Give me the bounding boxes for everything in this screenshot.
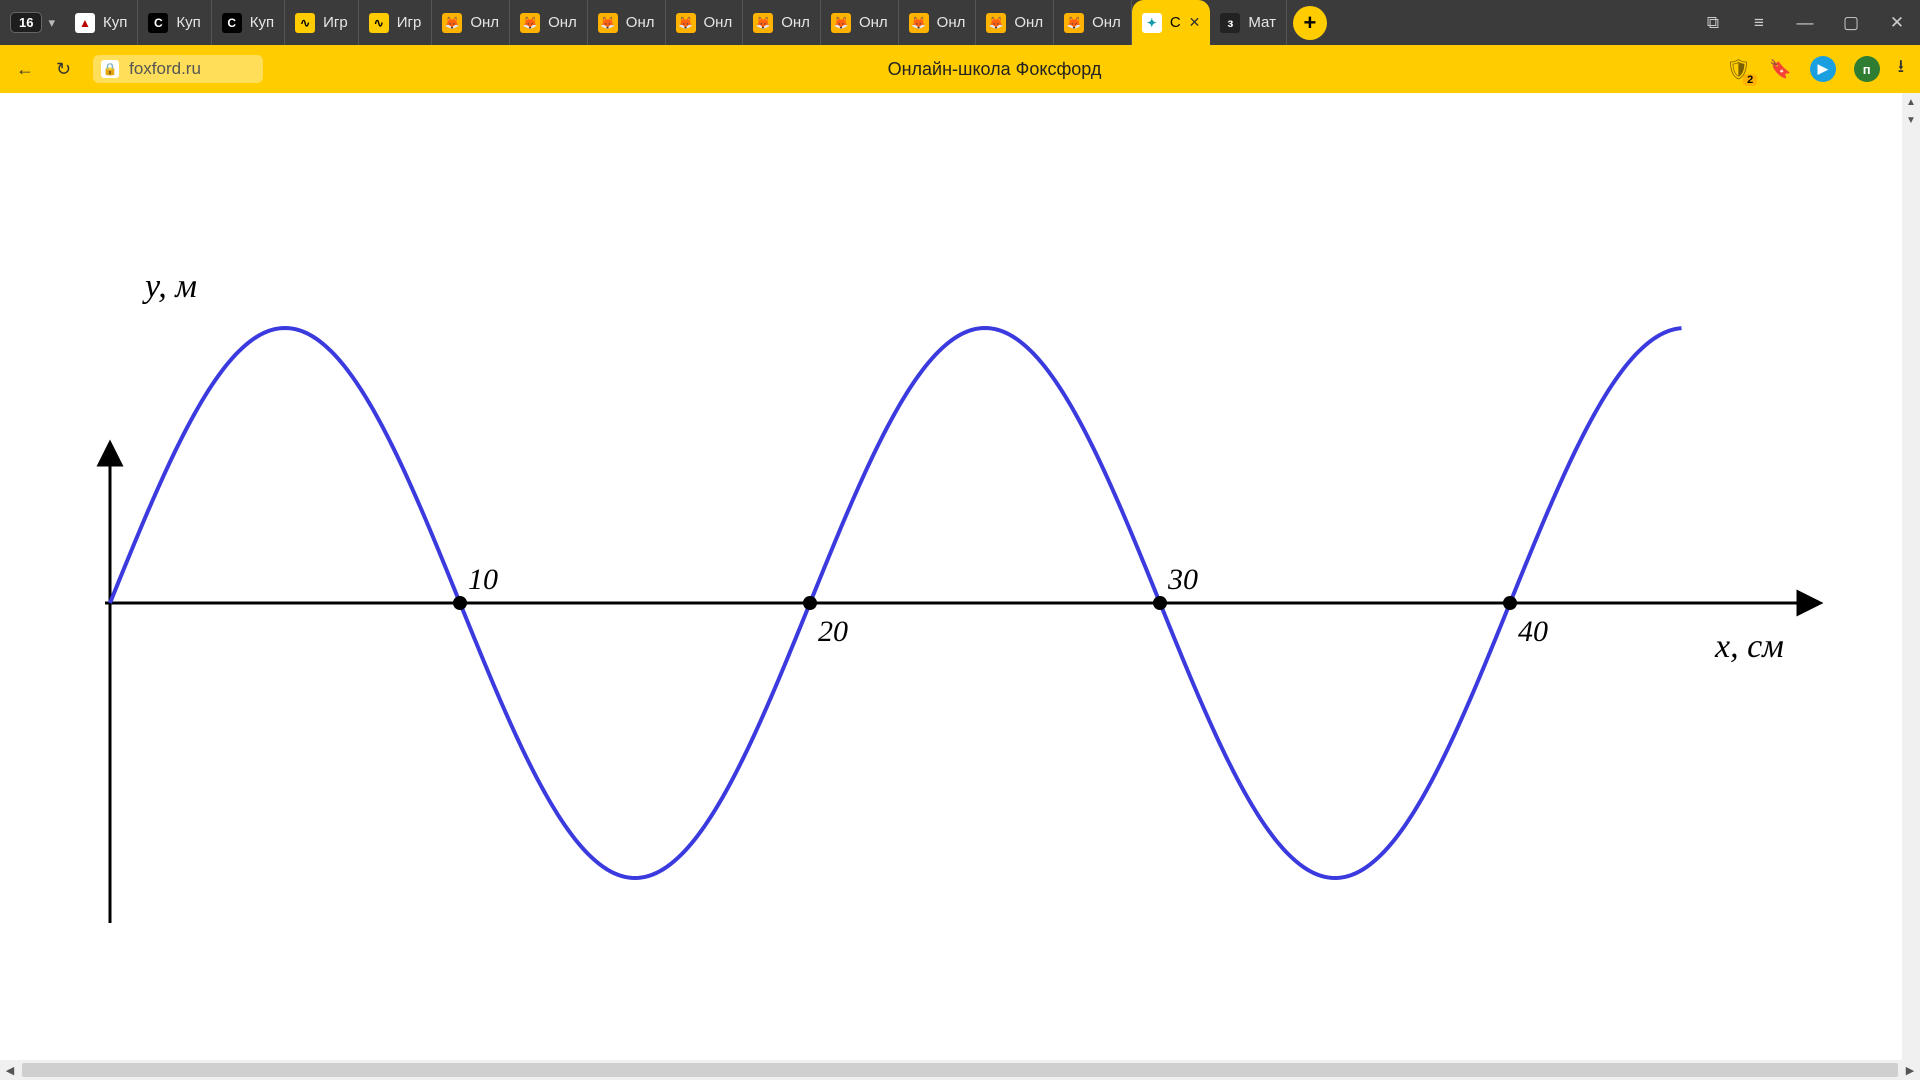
address-bar: ← ↻ 🔒 foxford.ru Онлайн-школа Фоксфорд 🛡…: [0, 45, 1920, 93]
url-text: foxford.ru: [129, 59, 201, 79]
reload-button[interactable]: ↻: [56, 59, 71, 80]
tab-label: Онл: [548, 14, 577, 31]
bookmark-icon[interactable]: 🔖: [1769, 59, 1791, 80]
browser-tab-strip: 16 ▾ ▲ Куп C Куп C Куп ∿ Игр ∿ Игр 🦊 Онл 🦊 Онл 🦊 Онл 🦊 Он…: [0, 0, 1920, 45]
tab-1[interactable]: C Куп: [138, 0, 211, 45]
tab-label: Мат: [1248, 14, 1276, 31]
extension-1-icon[interactable]: ▶: [1810, 56, 1836, 82]
x-axis-label: x, см: [1715, 628, 1784, 666]
window-minimize-button[interactable]: —: [1788, 6, 1822, 40]
tab-favicon: C: [222, 13, 242, 33]
tab-label: С: [1170, 14, 1181, 31]
tab-label: Онл: [781, 14, 810, 31]
x-tick-30: 30: [1168, 563, 1198, 597]
tab-15[interactable]: з Мат: [1210, 0, 1287, 45]
tab-label: Игр: [397, 14, 422, 31]
tab-14[interactable]: ✦ С ✕: [1132, 0, 1211, 45]
tab-label: Онл: [470, 14, 499, 31]
tab-label: Куп: [250, 14, 274, 31]
tab-12[interactable]: 🦊 Онл: [976, 0, 1054, 45]
x-tick-20: 20: [818, 615, 848, 649]
tab-label: Игр: [323, 14, 348, 31]
extension-2-icon[interactable]: п: [1854, 56, 1880, 82]
tab-13[interactable]: 🦊 Онл: [1054, 0, 1132, 45]
tab-label: Онл: [704, 14, 733, 31]
tab-label: Куп: [103, 14, 127, 31]
scroll-up-icon[interactable]: ▲: [1902, 93, 1920, 111]
tab-favicon: 🦊: [598, 13, 618, 33]
tab-favicon: ∿: [295, 13, 315, 33]
page-viewport: y, м x, см 10 20 30 40: [0, 93, 1920, 1060]
tab-favicon: 🦊: [676, 13, 696, 33]
horizontal-scrollbar[interactable]: ◀ ▶: [0, 1060, 1920, 1080]
tab-counter[interactable]: 16: [10, 12, 42, 33]
tab-favicon: ▲: [75, 13, 95, 33]
scroll-left-icon[interactable]: ◀: [0, 1060, 20, 1080]
tab-favicon: ✦: [1142, 13, 1162, 33]
tab-favicon: 🦊: [909, 13, 929, 33]
tab-0[interactable]: ▲ Куп: [65, 0, 138, 45]
tab-11[interactable]: 🦊 Онл: [899, 0, 977, 45]
downloads-icon[interactable]: ⭳: [1898, 54, 1904, 84]
tab-7[interactable]: 🦊 Онл: [588, 0, 666, 45]
tab-favicon: ∿: [369, 13, 389, 33]
window-maximize-button[interactable]: ▢: [1834, 6, 1868, 40]
back-button[interactable]: ←: [16, 59, 34, 80]
scroll-down-icon[interactable]: ▼: [1902, 111, 1920, 129]
tab-favicon: 🦊: [442, 13, 462, 33]
tab-close-icon[interactable]: ✕: [1189, 14, 1201, 31]
tab-label: Онл: [937, 14, 966, 31]
url-box[interactable]: 🔒 foxford.ru: [93, 55, 263, 83]
scroll-right-icon[interactable]: ▶: [1900, 1060, 1920, 1080]
tab-favicon: 🦊: [831, 13, 851, 33]
tab-label: Онл: [1014, 14, 1043, 31]
tab-label: Куп: [176, 14, 200, 31]
new-tab-button[interactable]: +: [1293, 6, 1327, 40]
menu-icon[interactable]: ≡: [1742, 6, 1776, 40]
tab-label: Онл: [1092, 14, 1121, 31]
tab-4[interactable]: ∿ Игр: [359, 0, 433, 45]
y-axis-label: y, м: [145, 268, 197, 306]
tab-favicon: 🦊: [520, 13, 540, 33]
tab-3[interactable]: ∿ Игр: [285, 0, 359, 45]
x-tick-10: 10: [468, 563, 498, 597]
tab-2[interactable]: C Куп: [212, 0, 285, 45]
wave-chart: y, м x, см 10 20 30 40: [80, 233, 1840, 978]
tab-label: Онл: [626, 14, 655, 31]
tab-label: Онл: [859, 14, 888, 31]
page-title: Онлайн-школа Фоксфорд: [285, 59, 1704, 80]
x-tick-40: 40: [1518, 615, 1548, 649]
tab-10[interactable]: 🦊 Онл: [821, 0, 899, 45]
tab-8[interactable]: 🦊 Онл: [666, 0, 744, 45]
chevron-down-icon[interactable]: ▾: [48, 15, 55, 31]
vertical-scrollbar[interactable]: ▲ ▼: [1902, 93, 1920, 1060]
tab-favicon: 🦊: [1064, 13, 1084, 33]
tab-favicon: 🦊: [986, 13, 1006, 33]
tab-favicon: з: [1220, 13, 1240, 33]
tab-favicon: 🦊: [753, 13, 773, 33]
tab-5[interactable]: 🦊 Онл: [432, 0, 510, 45]
tab-favicon: C: [148, 13, 168, 33]
scroll-track[interactable]: [22, 1063, 1898, 1077]
copy-tabs-icon[interactable]: ⧉: [1696, 6, 1730, 40]
tab-6[interactable]: 🦊 Онл: [510, 0, 588, 45]
lock-icon: 🔒: [101, 60, 119, 78]
tab-9[interactable]: 🦊 Онл: [743, 0, 821, 45]
shield-icon[interactable]: 🛡 2: [1726, 57, 1751, 82]
window-close-button[interactable]: ✕: [1880, 6, 1914, 40]
